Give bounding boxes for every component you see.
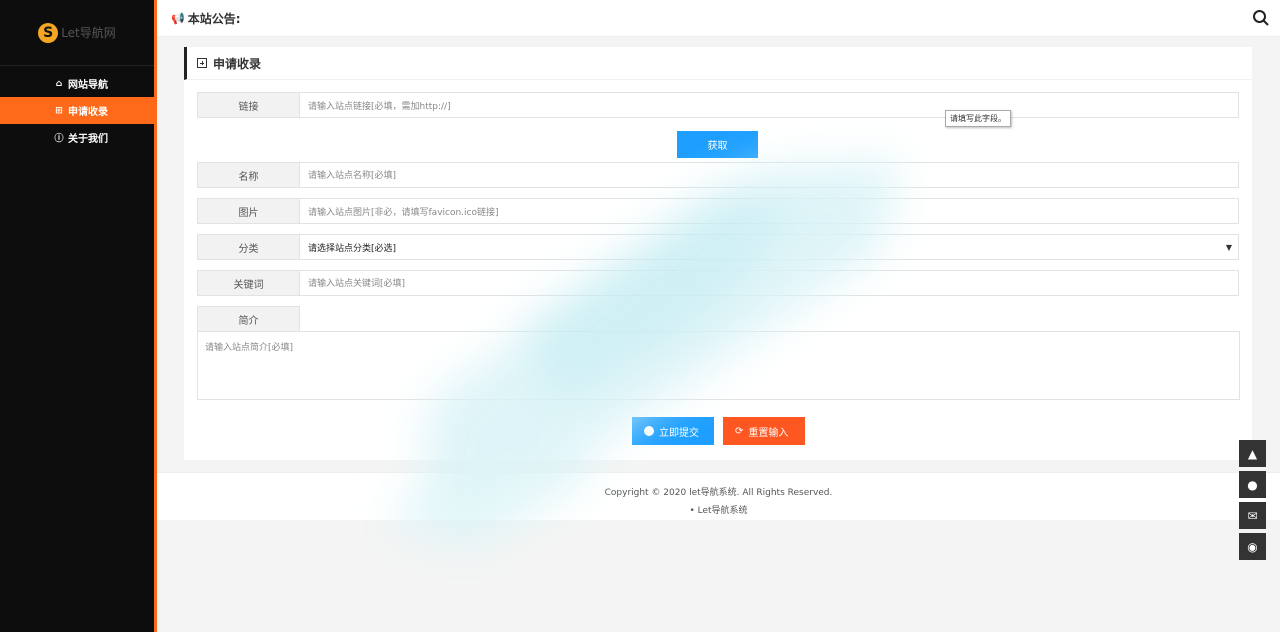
copyright-text: Copyright © 2020 let导航系统. All Rights Res… — [604, 488, 833, 498]
category-row: 分类 请选择站点分类[必选] ▼ — [197, 234, 1239, 260]
intro-textarea[interactable]: 请输入站点简介[必填] — [197, 331, 1240, 400]
image-row: 图片 请输入站点图片[非必，请填写favicon.ico链接] — [197, 198, 1239, 224]
link-label: 链接 — [197, 92, 300, 118]
send-icon — [644, 426, 654, 436]
name-label: 名称 — [197, 162, 300, 188]
sidebar-item-apply[interactable]: ⊞ 申请收录 — [0, 97, 154, 124]
name-input[interactable]: 请输入站点名称[必填] — [300, 162, 1239, 188]
apply-form-card: 申请收录 链接 请输入站点链接[必填，需加http://] 请填写此字段。 获取… — [184, 47, 1252, 460]
site-logo[interactable]: S Let导航网 — [0, 0, 154, 66]
image-input[interactable]: 请输入站点图片[非必，请填写favicon.ico链接] — [300, 198, 1239, 224]
intro-label: 简介 — [197, 306, 300, 332]
sidebar-item-about[interactable]: ⓘ 关于我们 — [0, 124, 154, 151]
refresh-icon: ⟳ — [735, 425, 744, 437]
home-icon: ⌂ — [55, 78, 63, 89]
footer-link[interactable]: Let导航系统 — [698, 506, 748, 516]
fetch-button[interactable]: 获取 — [677, 131, 758, 158]
arrow-up-icon[interactable]: ▲ — [1239, 440, 1266, 467]
qq-icon[interactable]: ● — [1239, 471, 1266, 498]
wechat-icon[interactable]: ◉ — [1239, 533, 1266, 560]
submit-button[interactable]: 立即提交 — [632, 417, 714, 445]
image-label: 图片 — [197, 198, 300, 224]
link-row: 链接 请输入站点链接[必填，需加http://] — [197, 92, 1239, 118]
form-actions: 立即提交 ⟳ 重置输入 — [632, 417, 805, 445]
logo-icon: S — [38, 22, 59, 43]
form-header: 申请收录 — [184, 47, 1252, 80]
intro-row: 简介 — [197, 306, 1239, 332]
keywords-row: 关键词 请输入站点关键词[必填] — [197, 270, 1239, 296]
category-selected: 请选择站点分类[必选] — [308, 243, 397, 254]
link-input[interactable]: 请输入站点链接[必填，需加http://] — [300, 92, 1239, 118]
logo-text: Let导航网 — [61, 26, 116, 40]
keywords-input[interactable]: 请输入站点关键词[必填] — [300, 270, 1239, 296]
sidebar: S Let导航网 ⌂ 网站导航 ⊞ 申请收录 ⓘ 关于我们 — [0, 0, 157, 632]
category-label: 分类 — [197, 234, 300, 260]
plus-square-icon: ⊞ — [55, 105, 63, 116]
footer: Copyright © 2020 let导航系统. All Rights Res… — [157, 472, 1280, 520]
mail-icon[interactable]: ✉ — [1239, 502, 1266, 529]
name-row: 名称 请输入站点名称[必填] — [197, 162, 1239, 188]
form-title: 申请收录 — [213, 56, 262, 71]
notice-label: 本站公告: — [187, 11, 241, 26]
submit-label: 立即提交 — [659, 427, 699, 439]
reset-label: 重置输入 — [748, 427, 789, 439]
sidebar-item-label: 关于我们 — [68, 134, 108, 145]
search-icon[interactable] — [1252, 9, 1270, 27]
category-select[interactable]: 请选择站点分类[必选] ▼ — [300, 234, 1239, 260]
footer-links: • Let导航系统 — [689, 506, 748, 516]
float-toolbar: ▲ ● ✉ ◉ — [1239, 440, 1266, 564]
sidebar-item-label: 申请收录 — [68, 107, 108, 118]
bullhorn-icon: 📢 — [171, 11, 185, 25]
sidebar-nav: ⌂ 网站导航 ⊞ 申请收录 ⓘ 关于我们 — [0, 70, 154, 151]
dropdown-caret-icon: ▼ — [1225, 242, 1232, 252]
keywords-label: 关键词 — [197, 270, 300, 296]
sidebar-item-navigation[interactable]: ⌂ 网站导航 — [0, 70, 154, 97]
sidebar-item-label: 网站导航 — [68, 80, 108, 91]
validation-tooltip: 请填写此字段。 — [945, 110, 1011, 127]
plus-square-icon — [197, 58, 207, 68]
topbar: 📢 本站公告: — [157, 0, 1280, 37]
info-icon: ⓘ — [54, 134, 64, 144]
reset-button[interactable]: ⟳ 重置输入 — [723, 417, 805, 445]
